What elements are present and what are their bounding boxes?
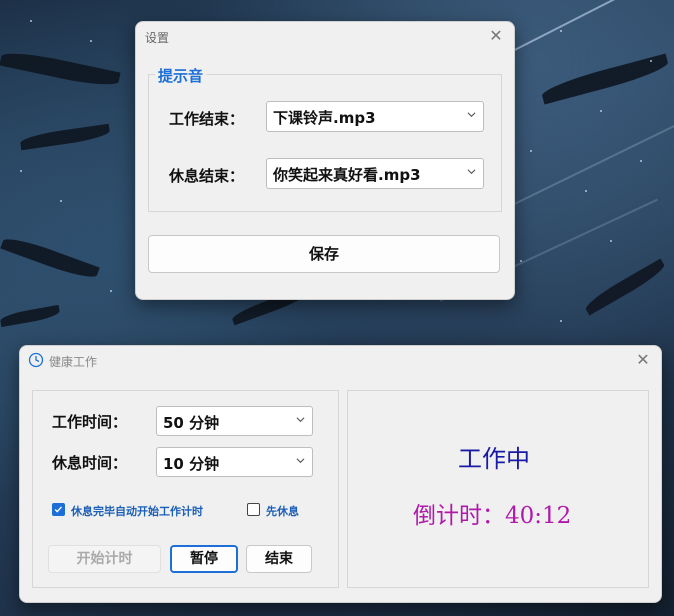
work-time-select[interactable]: 50 分钟 (156, 406, 313, 436)
work-time-label: 工作时间： (52, 413, 128, 431)
rest-first-label[interactable]: 先休息 (266, 503, 299, 519)
pause-label: 暂停 (190, 551, 218, 567)
sound-groupbox (148, 74, 502, 212)
auto-start-label[interactable]: 休息完毕自动开始工作计时 (71, 503, 203, 519)
work-end-sound-value: 下课铃声.mp3 (273, 109, 376, 127)
health-titlebar[interactable]: 健康工作 ✕ (20, 346, 661, 374)
save-button-label: 保存 (308, 245, 339, 263)
checkbox-icon (54, 506, 62, 513)
countdown-label: 倒计时： (413, 503, 505, 529)
rest-end-sound-select[interactable]: 你笑起来真好看.mp3 (266, 158, 484, 189)
work-end-label: 工作结束： (169, 110, 245, 128)
settings-titlebar[interactable]: 设置 ✕ (136, 22, 514, 50)
settings-window-title: 设置 (145, 31, 170, 45)
health-work-window: 健康工作 ✕ 工作时间： 50 分钟 休息时间： 10 分钟 休息完毕自动开始工… (19, 345, 662, 603)
rest-time-label: 休息时间： (52, 454, 128, 472)
status-panel (347, 390, 649, 588)
clock-icon (28, 352, 44, 368)
close-icon[interactable]: ✕ (485, 25, 507, 47)
end-button[interactable]: 结束 (246, 545, 312, 573)
start-timer-label: 开始计时 (76, 551, 133, 567)
work-time-value: 50 分钟 (163, 414, 220, 432)
save-button[interactable]: 保存 (148, 235, 500, 273)
rest-end-label: 休息结束： (169, 167, 245, 185)
health-window-title: 健康工作 (49, 355, 98, 369)
sound-group-title: 提示音 (155, 65, 207, 86)
rest-time-select[interactable]: 10 分钟 (156, 447, 313, 477)
pause-button[interactable]: 暂停 (170, 545, 238, 573)
auto-start-checkbox[interactable] (52, 503, 65, 516)
start-timer-button[interactable]: 开始计时 (48, 545, 161, 573)
status-text: 工作中 (458, 445, 530, 473)
chevron-down-icon (296, 417, 305, 423)
countdown-display: 倒计时：40:12 (413, 496, 571, 530)
rest-first-checkbox[interactable] (247, 503, 260, 516)
chevron-down-icon (467, 169, 476, 175)
chevron-down-icon (296, 458, 305, 464)
close-icon[interactable]: ✕ (632, 349, 654, 371)
chevron-down-icon (467, 112, 476, 118)
end-label: 结束 (265, 551, 293, 567)
settings-window: 设置 ✕ 提示音 工作结束： 下课铃声.mp3 休息结束： 你笑起来真好看.mp… (135, 21, 515, 300)
rest-end-sound-value: 你笑起来真好看.mp3 (273, 166, 421, 184)
work-end-sound-select[interactable]: 下课铃声.mp3 (266, 101, 484, 132)
rest-time-value: 10 分钟 (163, 455, 220, 473)
countdown-value: 40:12 (505, 503, 572, 529)
